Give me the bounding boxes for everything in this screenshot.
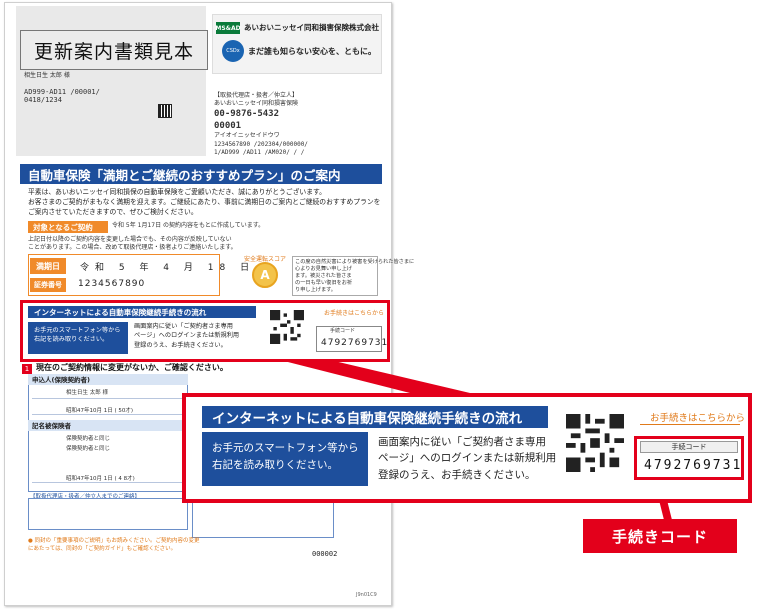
addressee-name: 相生日生 太郎 様 bbox=[24, 72, 70, 79]
addressee-code2: 0418/1234 bbox=[24, 96, 62, 104]
expiry-value: 令和 5 年 4 月 18 日 bbox=[80, 263, 256, 273]
internet-left-zoom: お手元のスマートフォン等から 右記を読み取りください。 bbox=[202, 432, 368, 486]
msad-logo: MS&AD bbox=[215, 22, 241, 34]
internet-mid-line: 画面案内に従い「ご契約者さま専用 bbox=[378, 436, 546, 448]
intro-line: お客さまのご契約がまもなく満期を迎えます。ご継続にあたり、事前に満期日のご案内と… bbox=[28, 197, 381, 206]
applicant-name: 相生日生 太郎 様 bbox=[66, 390, 108, 396]
agent-line: あいおいニッセイ同和損害保険 bbox=[214, 100, 299, 108]
procedure-code-value-zoom: 4792769731 bbox=[644, 458, 743, 473]
company-logo-icon: CSDx bbox=[222, 40, 244, 62]
footnote-line: ● 同封の「重要事項のご説明」もお読みください。ご契約内容の変更 bbox=[28, 538, 200, 544]
expiry-label: 満期日 bbox=[30, 258, 66, 274]
side-note-line: の一日も早い復旧をお祈 bbox=[295, 280, 353, 287]
form-divider bbox=[32, 414, 182, 415]
internet-mid-line: 画面案内に従い「ご契約者さま専用 bbox=[134, 323, 233, 330]
agent-contact-box bbox=[28, 498, 188, 530]
policy-label: 証券番号 bbox=[30, 278, 66, 292]
form-divider bbox=[32, 398, 182, 399]
qr-code-icon[interactable] bbox=[270, 310, 304, 344]
internet-mid-zoom: 画面案内に従い「ご契約者さま専用 ページ」へのログインまたは新規利用 登録のうえ… bbox=[378, 434, 556, 483]
procedure-code-callout: 手続きコード bbox=[583, 519, 737, 553]
internet-heading-zoom: インターネットによる自動車保険継続手続きの流れ bbox=[202, 406, 548, 428]
internet-left-small: お手元のスマートフォン等から 右記を読み取りください。 bbox=[28, 322, 128, 354]
procedure-code-label-zoom: 手続コード bbox=[640, 441, 738, 453]
section-number: 1 bbox=[22, 364, 32, 374]
insured-birth: 昭和47年10月 1日 ( 4 8才) bbox=[66, 476, 135, 482]
insured-heading: 記名被保険者 bbox=[28, 420, 188, 431]
page-number: 000002 bbox=[312, 550, 338, 558]
side-note-line: ます。被災された皆さま bbox=[295, 273, 352, 280]
contract-sub: 上記日付以降のご契約内容を変更した場合でも、その内容が反映していない ことがあり… bbox=[28, 236, 237, 253]
orange-underline bbox=[640, 424, 740, 425]
internet-left-line: お手元のスマートフォン等から bbox=[212, 442, 359, 454]
internet-mid-line: ページ」へのログインまたは新規利用 bbox=[378, 452, 557, 465]
agent-phone: 00-9876-5432 bbox=[214, 109, 280, 120]
insured-line: 保険契約者と同じ bbox=[66, 446, 111, 452]
internet-heading-small: インターネットによる自動車保険継続手続きの流れ bbox=[28, 306, 256, 318]
procedure-code-label-small: 手続コード bbox=[330, 328, 356, 334]
contract-note: 令和 5年 1月17日 の契約内容をもとに作成しています。 bbox=[112, 222, 265, 229]
section1-title: 現在のご契約情報に変更がないか、ご確認ください。 bbox=[36, 363, 228, 372]
agent-line: 1/AD999 /AD11 /AM020/ / / bbox=[214, 148, 305, 156]
internet-orange-small: お手続きはこちらから bbox=[324, 310, 385, 317]
intro-text: 平素は、あいおいニッセイ同和損保の自動車保険をご愛顧いただき、誠にありがとうござ… bbox=[28, 188, 381, 218]
intro-line: 平素は、あいおいニッセイ同和損保の自動車保険をご愛顧いただき、誠にありがとうござ… bbox=[28, 188, 326, 196]
contract-sub-line: ことがあります。この場合、改めて取扱代理店・扱者よりご連絡いたします。 bbox=[28, 244, 237, 252]
insured-line: 保険契約者と同じ bbox=[66, 436, 111, 442]
contract-heading: 対象となるご契約 bbox=[28, 221, 108, 233]
policy-value: 1234567890 bbox=[78, 279, 146, 289]
sample-label: 更新案内書類見本 bbox=[20, 30, 208, 70]
applicant-birth: 昭和47年10月 1日 ( 50才) bbox=[66, 408, 134, 414]
internet-left-line: 右記を読み取りください。 bbox=[34, 336, 109, 344]
internet-left-line: お手元のスマートフォン等から bbox=[34, 327, 121, 334]
footnote-line: にあたっては、同封の「ご契約ガイド」もご確認ください。 bbox=[28, 545, 177, 552]
agent-info: 【取扱代理店・扱者／仲立人】 あいおいニッセイ同和損害保険 00-9876-54… bbox=[214, 92, 384, 157]
footnote: ● 同封の「重要事項のご説明」もお読みください。ご契約内容の変更 にあたっては、… bbox=[28, 538, 200, 553]
qr-code-large-icon[interactable] bbox=[566, 414, 624, 472]
safety-medal-icon: A bbox=[252, 262, 278, 288]
side-note-line: り申し上げます。 bbox=[295, 287, 336, 294]
applicant-heading: 申込人(保険契約者) bbox=[28, 374, 188, 385]
side-note-line: この度の自然災害により被害を受けられた皆さまに bbox=[295, 259, 415, 265]
company-slogan: まだ誰も知らない安心を、ともに。 bbox=[248, 47, 376, 56]
side-note-line: 心よりお見舞い申し上げ bbox=[295, 266, 352, 273]
address-area bbox=[16, 6, 206, 156]
main-title: 自動車保険「満期とご継続のおすすめプラン」のご案内 bbox=[20, 164, 382, 184]
side-note: この度の自然災害により被害を受けられた皆さまに 心よりお見舞い申し上げ ます。被… bbox=[292, 256, 415, 296]
internet-mid-line: ページ」へのログインまたは新規利用 bbox=[134, 332, 240, 340]
agent-line: アイオイニッセイドウワ bbox=[214, 132, 280, 140]
agent-line: 1234567890 /202304/000000/ bbox=[214, 140, 308, 148]
agent-code: 00001 bbox=[214, 121, 242, 132]
document-id: J9n01C9 bbox=[356, 592, 377, 598]
company-name: あいおいニッセイ同和損害保険株式会社 bbox=[244, 23, 379, 32]
small-barcode bbox=[158, 104, 172, 118]
agent-line: 【取扱代理店・扱者／仲立人】 bbox=[214, 92, 299, 99]
procedure-code-value-small: 4792769731 bbox=[321, 338, 389, 348]
internet-mid-line: 登録のうえ、お手続きください。 bbox=[134, 341, 227, 349]
intro-line: ご案内させていただきますので、ぜひご検討ください。 bbox=[28, 207, 198, 216]
internet-mid-line: 登録のうえ、お手続きください。 bbox=[378, 468, 536, 481]
internet-orange-zoom: お手続きはこちらから bbox=[650, 413, 746, 424]
internet-left-line: 右記を読み取りください。 bbox=[212, 458, 338, 471]
internet-mid-small: 画面案内に従い「ご契約者さま専用 ページ」へのログインまたは新規利用 登録のうえ… bbox=[134, 322, 239, 350]
form-divider bbox=[32, 482, 182, 483]
